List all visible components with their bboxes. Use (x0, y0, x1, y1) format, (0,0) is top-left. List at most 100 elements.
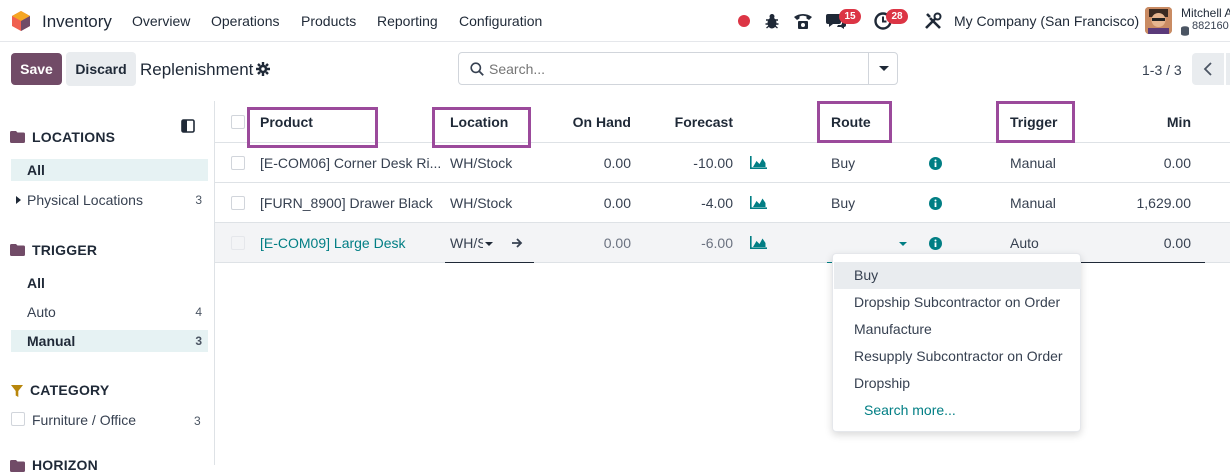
row-forecast: -4.00 (701, 195, 733, 211)
location-item-physical[interactable]: Physical Locations 3 (11, 189, 208, 211)
table-row[interactable]: [FURN_8900] Drawer Black WH/Stock 0.00 -… (215, 183, 1230, 223)
top-navbar: Inventory Overview Operations Products R… (0, 0, 1230, 42)
menu-reporting[interactable]: Reporting (377, 13, 438, 29)
route-option[interactable]: Dropship Subcontractor on Order (834, 289, 1081, 316)
search-icon (470, 62, 484, 79)
info-icon[interactable] (929, 157, 942, 173)
menu-operations[interactable]: Operations (211, 13, 279, 29)
row-min[interactable]: 0.00 (1105, 223, 1191, 263)
messages-badge: 15 (839, 9, 861, 24)
table-row[interactable]: [E-COM06] Corner Desk Ri... WH/Stock 0.0… (215, 143, 1230, 183)
row-location[interactable]: WH/Stock (450, 183, 512, 223)
activities-badge: 28 (886, 9, 908, 24)
sidebar-toggle-icon[interactable] (181, 119, 195, 136)
user-name[interactable]: Mitchell A (1181, 6, 1230, 20)
trigger-item-label: Manual (27, 333, 76, 349)
trigger-item-all[interactable]: All (11, 272, 208, 294)
row-location[interactable]: WH/Stock (450, 143, 512, 183)
trigger-item-label: Auto (27, 304, 56, 320)
chevron-left-icon (1203, 62, 1212, 76)
search-options-toggle[interactable] (868, 53, 898, 84)
row-checkbox[interactable] (231, 156, 245, 170)
category-item-count: 3 (194, 414, 201, 428)
route-option[interactable]: Resupply Subcontractor on Order (834, 343, 1081, 370)
location-item-label: Physical Locations (27, 192, 143, 208)
row-on-hand: 0.00 (603, 195, 631, 211)
category-checkbox[interactable] (11, 412, 25, 426)
category-section-title: CATEGORY (30, 382, 110, 398)
row-route[interactable]: Buy (831, 183, 855, 223)
select-all-checkbox[interactable] (231, 115, 245, 129)
caret-down-icon[interactable] (485, 242, 493, 246)
search-panel: LOCATIONS All Physical Locations 3 TRIGG… (0, 101, 215, 473)
pager-value[interactable]: 1-3 / 3 (1142, 62, 1182, 78)
trigger-item-count: 3 (195, 334, 202, 348)
info-icon[interactable] (929, 237, 942, 253)
pager-previous-button[interactable] (1192, 53, 1224, 85)
page-title: Replenishment (140, 60, 254, 79)
discard-button[interactable]: Discard (66, 52, 136, 86)
forecast-graph-icon[interactable] (750, 156, 767, 172)
company-switcher[interactable]: My Company (San Francisco) (954, 13, 1139, 29)
route-option[interactable]: Dropship (834, 370, 1081, 397)
locations-section-title: LOCATIONS (32, 129, 116, 145)
highlight-location-header (432, 107, 531, 148)
location-field-input[interactable]: WH/St (450, 223, 483, 263)
caret-right-icon[interactable] (16, 196, 21, 204)
row-product[interactable]: [FURN_8900] Drawer Black (260, 183, 433, 223)
gear-icon[interactable] (256, 62, 270, 79)
highlight-trigger-header (996, 101, 1075, 143)
trigger-item-manual[interactable]: Manual 3 (11, 330, 208, 352)
row-product[interactable]: [E-COM06] Corner Desk Ri... (260, 143, 441, 183)
highlight-product-header (247, 107, 378, 148)
row-checkbox[interactable] (231, 236, 245, 250)
column-header-forecast[interactable]: Forecast (655, 101, 733, 143)
trigger-item-label: All (27, 275, 45, 291)
user-avatar[interactable] (1145, 7, 1172, 34)
search-more-link[interactable]: Search more... (834, 397, 1081, 424)
category-item-label[interactable]: Furniture / Office (32, 412, 136, 428)
menu-products[interactable]: Products (301, 13, 356, 29)
menu-overview[interactable]: Overview (132, 13, 190, 29)
menu-configuration[interactable]: Configuration (459, 13, 542, 29)
route-option[interactable]: Manufacture (834, 316, 1081, 343)
row-on-hand: 0.00 (603, 155, 631, 171)
database-icon (1181, 23, 1189, 39)
route-option[interactable]: Buy (834, 262, 1081, 289)
caret-down-icon[interactable] (899, 242, 907, 246)
status-dot-icon[interactable] (738, 15, 750, 27)
folder-icon (10, 130, 25, 146)
folder-icon (10, 243, 25, 259)
arrow-right-icon[interactable] (511, 236, 523, 252)
trigger-item-auto[interactable]: Auto 4 (11, 301, 208, 323)
row-min[interactable]: 1,629.00 (1105, 183, 1192, 223)
column-header-min[interactable]: Min (1115, 101, 1191, 143)
location-item-label: All (27, 162, 45, 178)
filter-icon (11, 384, 23, 400)
row-route[interactable]: Buy (831, 143, 855, 183)
location-item-count: 3 (195, 193, 202, 207)
debug-bug-icon[interactable] (764, 12, 780, 33)
user-database: 882160 (1192, 20, 1229, 32)
search-input[interactable] (489, 59, 859, 79)
row-trigger[interactable]: Manual (1010, 183, 1056, 223)
info-icon[interactable] (929, 197, 942, 213)
phone-icon[interactable] (793, 12, 813, 33)
tools-icon[interactable] (924, 12, 942, 33)
location-field[interactable]: WH/St (445, 223, 534, 263)
forecast-graph-icon[interactable] (750, 236, 767, 252)
row-checkbox[interactable] (231, 196, 245, 210)
column-header-on-hand[interactable]: On Hand (555, 101, 631, 143)
row-product[interactable]: [E-COM09] Large Desk (260, 223, 406, 263)
inventory-app-icon[interactable] (11, 10, 31, 35)
row-trigger[interactable]: Manual (1010, 143, 1056, 183)
row-min[interactable]: 0.00 (1105, 143, 1191, 183)
pager-next-button[interactable] (1226, 53, 1230, 85)
row-on-hand: 0.00 (603, 235, 631, 251)
location-item-all[interactable]: All (11, 159, 208, 181)
highlight-route-header (817, 101, 892, 143)
forecast-graph-icon[interactable] (750, 196, 767, 212)
save-button[interactable]: Save (11, 53, 62, 85)
horizon-section-title: HORIZON (32, 457, 98, 473)
app-name[interactable]: Inventory (42, 12, 112, 32)
